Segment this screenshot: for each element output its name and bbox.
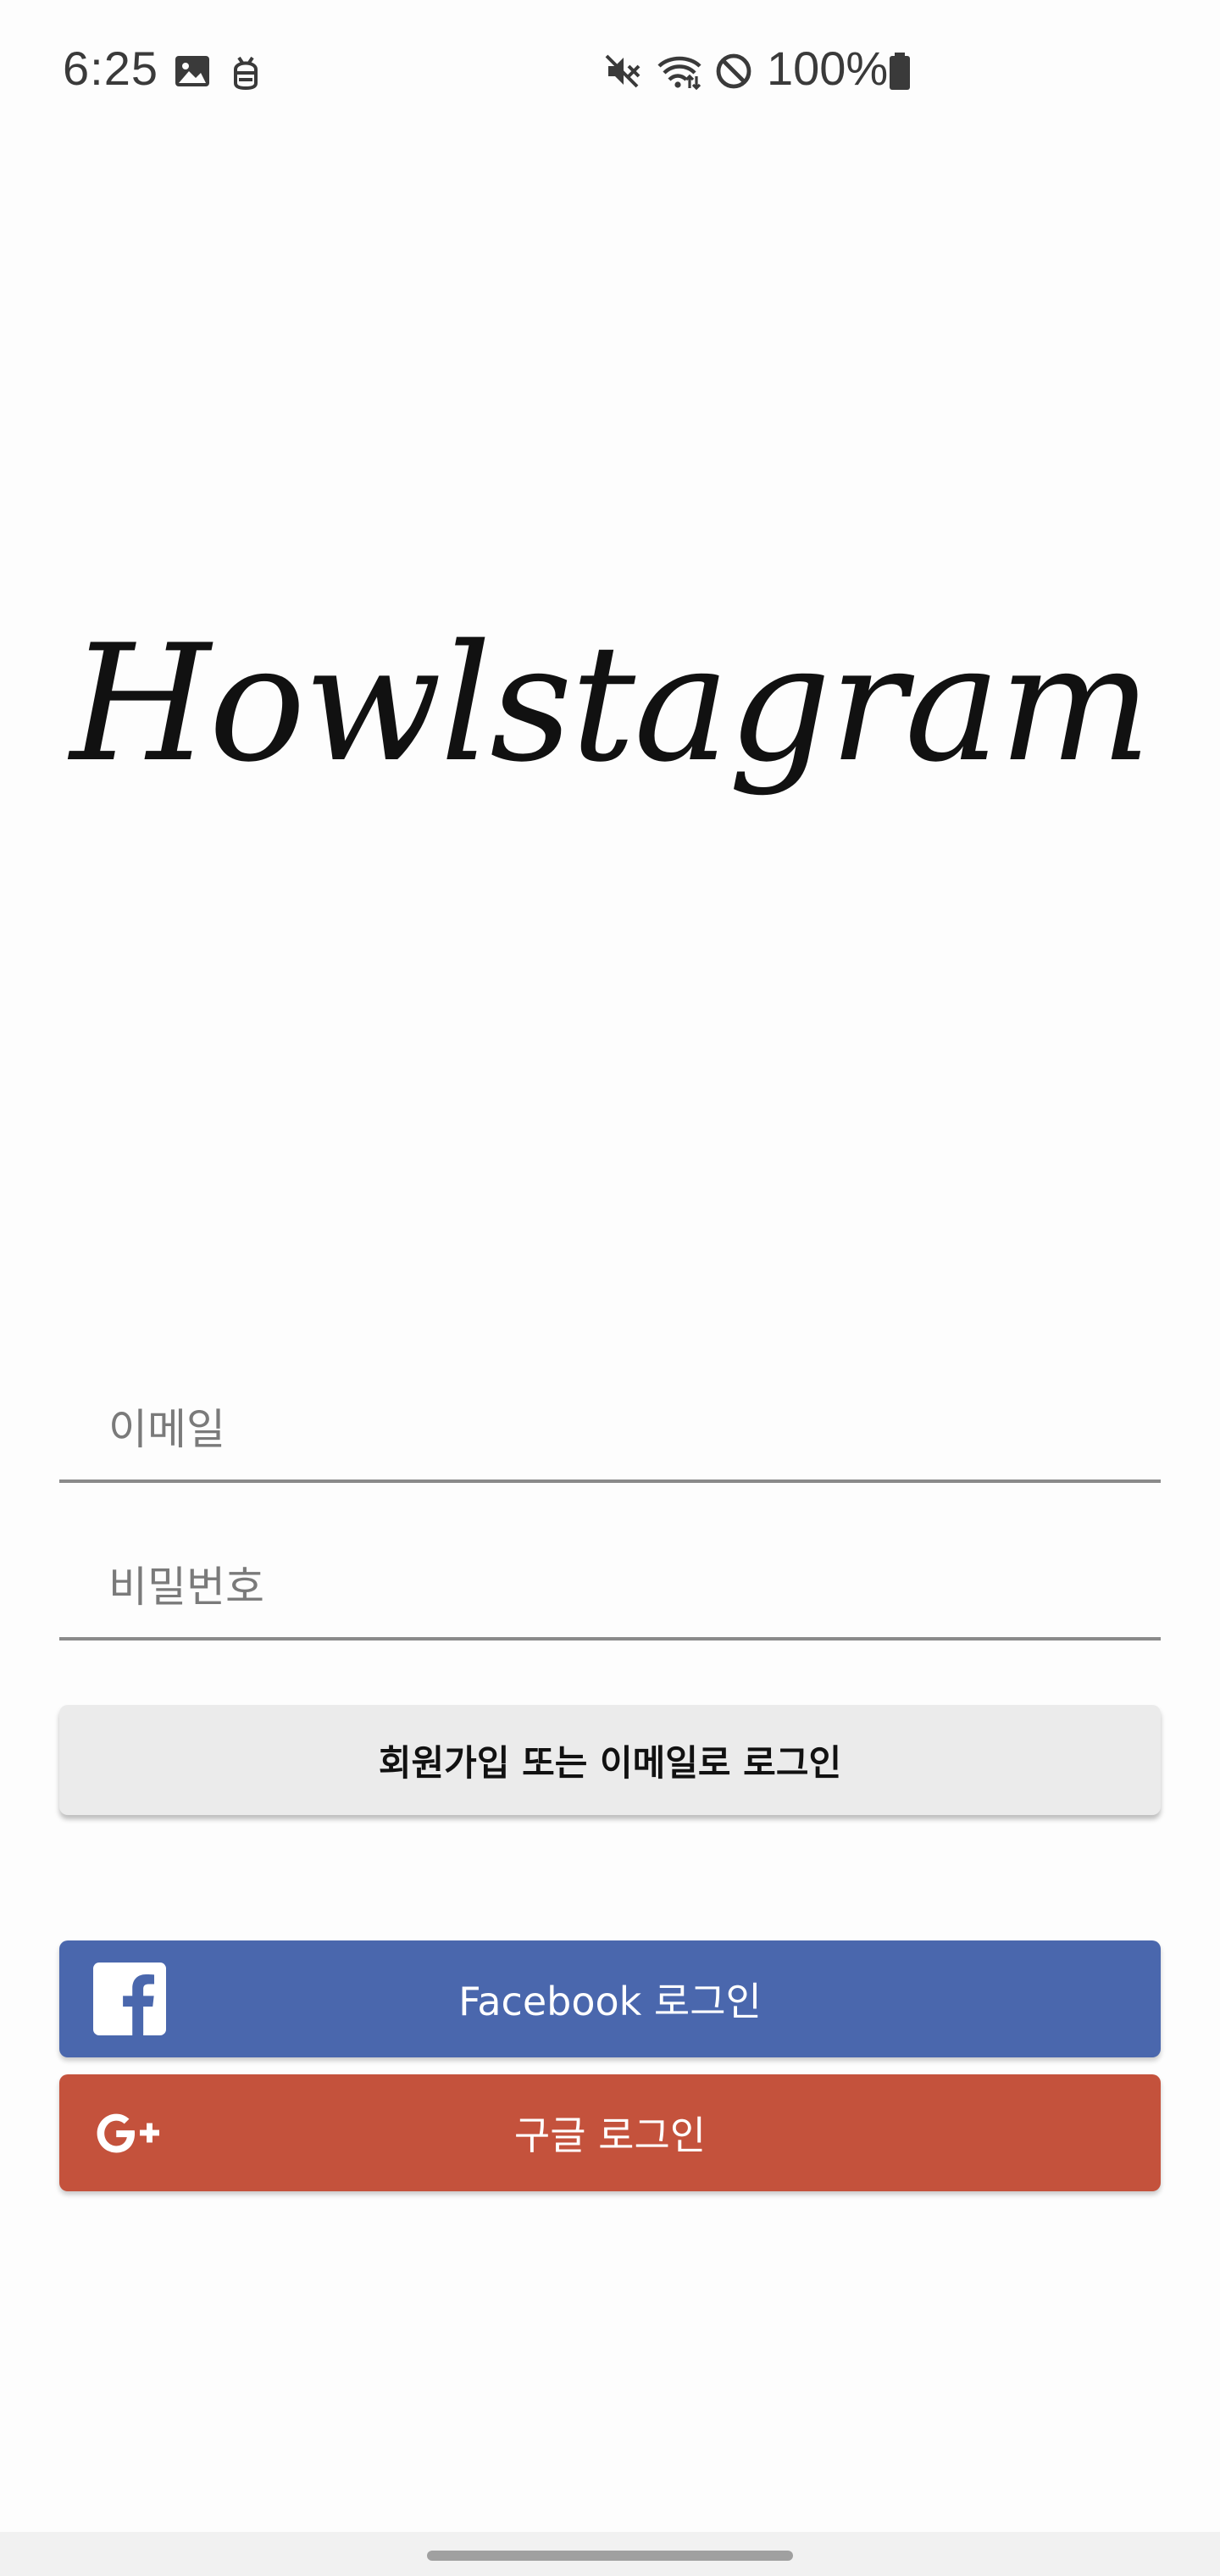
status-bar: 6:25 100% xyxy=(0,0,1220,144)
battery-percent: 100% xyxy=(767,42,889,95)
google-login-button[interactable]: 구글 로그인 xyxy=(59,2074,1161,2191)
android-debug-icon xyxy=(234,56,258,91)
password-input[interactable] xyxy=(107,1552,1127,1622)
facebook-login-label: Facebook 로그인 xyxy=(458,1979,762,2024)
email-login-button[interactable]: 회원가입 또는 이메일로 로그인 xyxy=(59,1705,1161,1815)
password-field[interactable] xyxy=(59,1510,1161,1641)
app-logo: Howlstagram xyxy=(69,610,1152,797)
status-time: 6:25 xyxy=(63,42,158,95)
facebook-login-button[interactable]: Facebook 로그인 xyxy=(59,1940,1161,2057)
email-field[interactable] xyxy=(59,1352,1161,1483)
google-plus-icon xyxy=(97,2113,159,2153)
email-input[interactable] xyxy=(107,1395,1127,1464)
facebook-icon xyxy=(93,1963,166,2035)
login-screen: 6:25 100% Howlstagram 이메일 회원가입 또는 이메일로 로… xyxy=(0,0,1220,2576)
image-icon xyxy=(175,56,209,86)
google-login-label: 구글 로그인 xyxy=(513,2112,707,2158)
home-gesture-handle[interactable] xyxy=(427,2551,793,2561)
do-not-disturb-icon xyxy=(716,53,751,89)
wifi-icon xyxy=(657,56,702,91)
mute-icon xyxy=(605,54,640,88)
navigation-bar xyxy=(0,2532,1220,2576)
email-login-label: 회원가입 또는 이메일로 로그인 xyxy=(378,1741,842,1784)
battery-icon xyxy=(890,53,910,90)
